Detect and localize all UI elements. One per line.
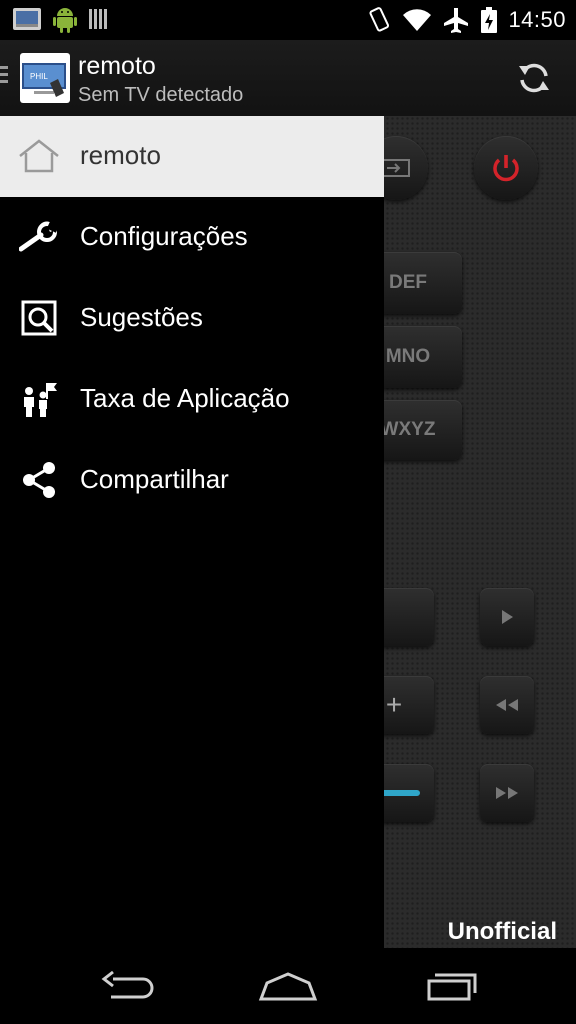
back-button[interactable] — [96, 966, 160, 1006]
vibrate-icon — [366, 6, 392, 34]
drawer-indicator-icon[interactable] — [0, 66, 8, 87]
fast-forward-icon — [496, 787, 518, 799]
unofficial-watermark: Unofficial — [447, 918, 557, 945]
drawer-item-taxa-de-aplicacao[interactable]: Taxa de Aplicação — [0, 359, 384, 440]
app-icon-text: PHIL — [30, 72, 48, 81]
drawer-item-label: Compartilhar — [80, 464, 229, 494]
app-subtitle: Sem TV detectado — [78, 84, 244, 106]
wifi-icon — [402, 7, 432, 33]
android-icon — [52, 4, 78, 34]
drawer-item-remoto[interactable]: remoto — [0, 116, 384, 197]
recents-button[interactable] — [418, 966, 482, 1006]
barcode-icon — [88, 7, 110, 31]
refresh-icon — [519, 63, 549, 93]
suggestion-search-icon — [17, 298, 61, 338]
drawer-item-label: Taxa de Aplicação — [80, 383, 290, 413]
system-nav-bar — [0, 948, 576, 1024]
power-button[interactable] — [474, 136, 538, 200]
slider-indicator — [380, 790, 420, 796]
play-button[interactable] — [480, 588, 534, 646]
drawer-item-label: remoto — [80, 140, 161, 170]
drawer-item-configuracoes[interactable]: Configurações — [0, 197, 384, 278]
play-icon — [502, 610, 513, 624]
refresh-button[interactable] — [514, 58, 554, 98]
app-icon[interactable]: PHIL — [20, 53, 70, 103]
status-time: 14:50 — [508, 7, 566, 32]
action-bar: PHIL remoto Sem TV detectado — [0, 40, 576, 116]
drawer-item-label: Configurações — [80, 221, 248, 251]
airplane-icon — [442, 6, 470, 34]
drawer-item-sugestoes[interactable]: Sugestões — [0, 278, 384, 359]
home-icon — [258, 972, 318, 1001]
home-nav-button[interactable] — [256, 966, 320, 1006]
rewind-button[interactable] — [480, 676, 534, 734]
recents-icon — [427, 973, 477, 1001]
status-bar: 14:50 — [0, 0, 576, 40]
back-icon — [101, 970, 154, 999]
input-source-icon — [380, 159, 410, 177]
home-icon — [17, 136, 61, 176]
power-icon — [493, 155, 519, 182]
fast-forward-button[interactable] — [480, 764, 534, 822]
drawer-item-label: Sugestões — [80, 302, 203, 332]
share-icon — [17, 460, 61, 500]
wrench-icon — [17, 217, 61, 257]
rate-flag-icon — [17, 379, 61, 419]
screenshot-icon — [12, 6, 42, 32]
navigation-drawer: remoto Configurações Sugestões Taxa de A… — [0, 116, 384, 948]
battery-icon — [480, 6, 498, 34]
drawer-item-compartilhar[interactable]: Compartilhar — [0, 440, 384, 521]
app-title: remoto — [78, 52, 156, 80]
rewind-icon — [496, 699, 518, 711]
